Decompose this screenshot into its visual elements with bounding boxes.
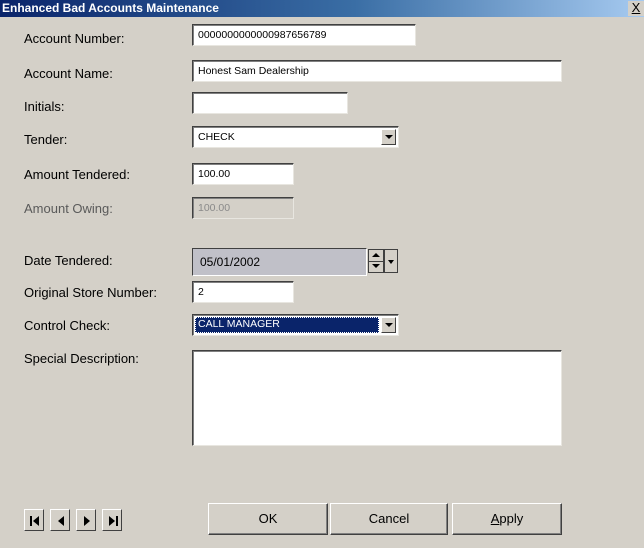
last-record-button[interactable] [102,509,122,531]
control-check-label: Control Check: [24,318,110,333]
spin-down-icon[interactable] [369,261,383,272]
next-record-button[interactable] [76,509,96,531]
date-tendered-input[interactable]: 05/01/2002 [192,248,367,276]
tender-value: CHECK [198,131,235,143]
amount-tendered-input[interactable]: 100.00 [192,163,294,185]
account-number-input[interactable]: 0000000000000987656789 [192,24,416,46]
tender-dropdown-arrow-icon[interactable] [381,129,396,145]
amount-tendered-label: Amount Tendered: [24,167,130,182]
amount-owing-label: Amount Owing: [24,201,113,216]
special-description-textarea[interactable] [192,350,562,446]
original-store-number-input[interactable]: 2 [192,281,294,303]
first-record-button[interactable] [24,509,44,531]
cancel-button[interactable]: Cancel [330,503,448,535]
last-record-icon [109,516,118,526]
ok-button[interactable]: OK [208,503,328,535]
account-name-input[interactable]: Honest Sam Dealership [192,60,562,82]
calendar-dropdown-icon[interactable] [384,249,398,273]
date-tendered-label: Date Tendered: [24,253,113,268]
account-name-label: Account Name: [24,66,113,81]
next-record-icon [84,516,90,526]
original-store-number-value: 2 [198,286,204,298]
special-description-label: Special Description: [24,351,139,366]
amount-owing-input: 100.00 [192,197,294,219]
original-store-number-label: Original Store Number: [24,285,157,300]
tender-select[interactable]: CHECK [192,126,399,148]
ok-button-label: OK [258,511,278,526]
first-record-icon [30,516,39,526]
account-number-value: 0000000000000987656789 [198,29,327,41]
date-spinner[interactable] [368,249,384,273]
apply-button-label: Apply [490,511,524,526]
amount-tendered-value: 100.00 [198,168,231,180]
previous-record-button[interactable] [50,509,70,531]
cancel-button-label: Cancel [368,511,410,526]
amount-owing-value: 100.00 [198,202,231,214]
title-bar: Enhanced Bad Accounts Maintenance X [0,0,644,17]
initials-input[interactable] [192,92,348,114]
control-check-value: CALL MANAGER [195,317,379,333]
close-button[interactable]: X [628,1,644,16]
control-check-dropdown-arrow-icon[interactable] [381,317,396,333]
previous-record-icon [58,516,64,526]
control-check-select[interactable]: CALL MANAGER [192,314,399,336]
apply-button[interactable]: Apply [452,503,562,535]
close-icon: X [631,0,641,15]
account-number-label: Account Number: [24,31,125,46]
tender-label: Tender: [24,132,68,147]
window-title: Enhanced Bad Accounts Maintenance [2,1,219,15]
account-name-value: Honest Sam Dealership [198,65,309,77]
date-tendered-value: 05/01/2002 [200,255,261,269]
initials-label: Initials: [24,99,65,114]
